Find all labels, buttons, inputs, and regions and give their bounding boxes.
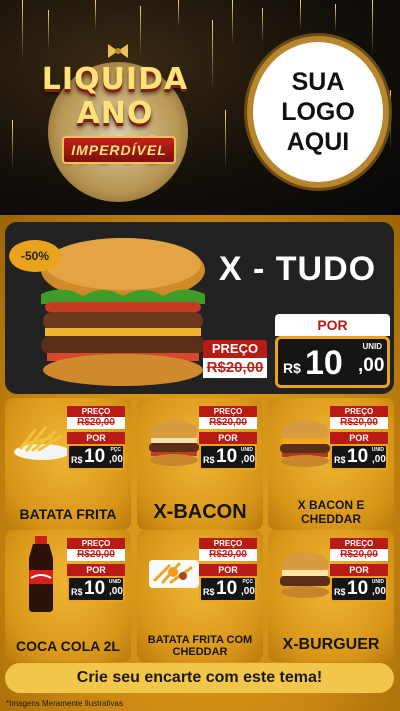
preco-label: PREÇO — [199, 538, 257, 549]
product-name: X BACON E CHEDDAR — [297, 498, 365, 526]
cheddar-fries-image — [149, 560, 199, 588]
price-currency: R$ — [71, 587, 83, 597]
burger-image — [149, 420, 199, 466]
price-integer: 10 — [305, 344, 343, 382]
price-integer: 10 — [84, 578, 106, 599]
price-currency: R$ — [203, 587, 215, 597]
por-label: POR — [330, 432, 388, 444]
old-price: R$20,00 — [330, 549, 388, 561]
price-decimal: ,00 — [241, 454, 255, 465]
product-card-coca-cola[interactable]: PREÇO R$20,00 POR R$ 10 ,00 UNID COCA CO… — [5, 530, 131, 662]
por-label: POR — [330, 564, 388, 576]
price-tag: PREÇO R$20,00 POR R$ 10 ,00 UNID — [330, 406, 388, 470]
price-decimal: ,00 — [109, 586, 123, 597]
burger-image — [280, 420, 330, 467]
por-label: POR — [67, 564, 125, 576]
price-box: R$ 10 ,00 UNID — [67, 576, 125, 602]
product-card-x-burguer[interactable]: PREÇO R$20,00 POR R$ 10 ,00 UNID X-BURGU… — [268, 530, 394, 662]
featured-product-name: X - TUDO — [218, 250, 377, 288]
logo-text-line1: SUA — [291, 68, 345, 96]
price-currency: R$ — [71, 455, 83, 465]
price-currency: R$ — [283, 360, 301, 376]
old-price: R$20,00 — [203, 358, 267, 378]
por-label: POR — [199, 564, 257, 576]
price-decimal: ,00 — [372, 454, 386, 465]
price-integer: 10 — [216, 578, 238, 599]
price-unit: UNID — [362, 342, 382, 351]
price-currency: R$ — [334, 587, 346, 597]
product-name: X-BACON — [153, 501, 247, 523]
price-unit: UNID — [240, 447, 253, 453]
price-unit: UNID — [371, 447, 384, 453]
price-box: R$ 10 ,00 PÇC — [199, 576, 257, 602]
cta-banner[interactable]: Crie seu encarte com este tema! — [5, 663, 394, 693]
new-price-tag: POR R$ 10 ,00 UNID — [275, 314, 390, 390]
flyer-body: -50% X - TUDO PREÇO R$20,00 POR R$ 10 ,0… — [0, 215, 400, 711]
product-name: COCA COLA 2L — [16, 638, 120, 654]
price-decimal: ,00 — [241, 586, 255, 597]
price-integer: 10 — [347, 578, 369, 599]
product-card-batata-frita[interactable]: PREÇO R$20,00 POR R$ 10 ,00 PÇC BATATA F… — [5, 398, 131, 530]
old-price-tag: PREÇO R$20,00 — [203, 340, 267, 380]
por-label: POR — [67, 432, 125, 444]
price-unit: UNID — [108, 579, 121, 585]
product-name: X-BURGUER — [282, 636, 380, 653]
fries-image — [14, 426, 70, 460]
price-integer: 10 — [216, 446, 238, 467]
soda-bottle-image — [29, 536, 53, 612]
price-tag: PREÇO R$20,00 POR R$ 10 ,00 PÇC — [199, 538, 257, 602]
logo-text-line2: LOGO — [281, 98, 355, 126]
product-card-x-bacon-cheddar[interactable]: PREÇO R$20,00 POR R$ 10 ,00 UNID X BACON… — [268, 398, 394, 530]
preco-label: PREÇO — [199, 406, 257, 417]
price-box: R$ 10 ,00 UNID — [330, 576, 388, 602]
price-tag: PREÇO R$20,00 POR R$ 10 ,00 UNID — [330, 538, 388, 602]
price-tag: PREÇO R$20,00 POR R$ 10 ,00 PÇC — [67, 406, 125, 470]
footnote: *Imagens Meramente Ilustrativas — [6, 699, 123, 708]
price-integer: 10 — [347, 446, 369, 467]
preco-label: PREÇO — [330, 538, 388, 549]
por-label: POR — [199, 432, 257, 444]
promo-badge: LIQUIDA ANO NOVO IMPERDÍVEL — [20, 40, 210, 202]
old-price: R$20,00 — [67, 417, 125, 429]
preco-label: PREÇO — [67, 538, 125, 549]
old-price: R$20,00 — [199, 417, 257, 429]
price-currency: R$ — [203, 455, 215, 465]
price-box: R$ 10 ,00 UNID — [199, 444, 257, 470]
price-unit: PÇC — [110, 447, 121, 453]
price-decimal: ,00 — [372, 586, 386, 597]
logo-text-line3: AQUI — [286, 128, 350, 156]
product-name: BATATA FRITA COM CHEDDAR — [147, 634, 253, 658]
preco-label: PREÇO — [330, 406, 388, 417]
product-card-x-bacon[interactable]: PREÇO R$20,00 POR R$ 10 ,00 UNID X-BACON — [137, 398, 263, 530]
price-tag: PREÇO R$20,00 POR R$ 10 ,00 UNID — [67, 538, 125, 602]
por-label: POR — [275, 314, 390, 336]
price-unit: UNID — [371, 579, 384, 585]
burger-image — [280, 552, 330, 598]
header-banner: LIQUIDA ANO NOVO IMPERDÍVEL SUA LOGO AQU… — [0, 0, 400, 215]
price-decimal: ,00 — [109, 454, 123, 465]
price-currency: R$ — [334, 455, 346, 465]
price-integer: 10 — [84, 446, 106, 467]
preco-label: PREÇO — [67, 406, 125, 417]
old-price: R$20,00 — [330, 417, 388, 429]
product-name: BATATA FRITA — [19, 506, 117, 522]
logo-placeholder[interactable]: SUA LOGO AQUI — [247, 36, 389, 188]
preco-label: PREÇO — [203, 340, 267, 358]
badge-ribbon: IMPERDÍVEL — [62, 136, 176, 164]
old-price: R$20,00 — [199, 549, 257, 561]
gift-bow-icon — [108, 44, 128, 58]
price-decimal: ,00 — [358, 355, 385, 376]
price-tag: PREÇO R$20,00 POR R$ 10 ,00 UNID — [199, 406, 257, 470]
old-price: R$20,00 — [67, 549, 125, 561]
price-box: R$ 10 ,00 UNID — [330, 444, 388, 470]
price-box: R$ 10 ,00 PÇC — [67, 444, 125, 470]
featured-product[interactable]: -50% X - TUDO PREÇO R$20,00 POR R$ 10 ,0… — [5, 222, 394, 394]
price-box: R$ 10 ,00 UNID — [275, 336, 390, 388]
product-card-batata-cheddar[interactable]: PREÇO R$20,00 POR R$ 10 ,00 PÇC BATATA F… — [137, 530, 263, 662]
discount-badge: -50% — [9, 240, 61, 272]
badge-title-line1: LIQUIDA — [41, 62, 189, 97]
price-unit: PÇC — [242, 579, 253, 585]
